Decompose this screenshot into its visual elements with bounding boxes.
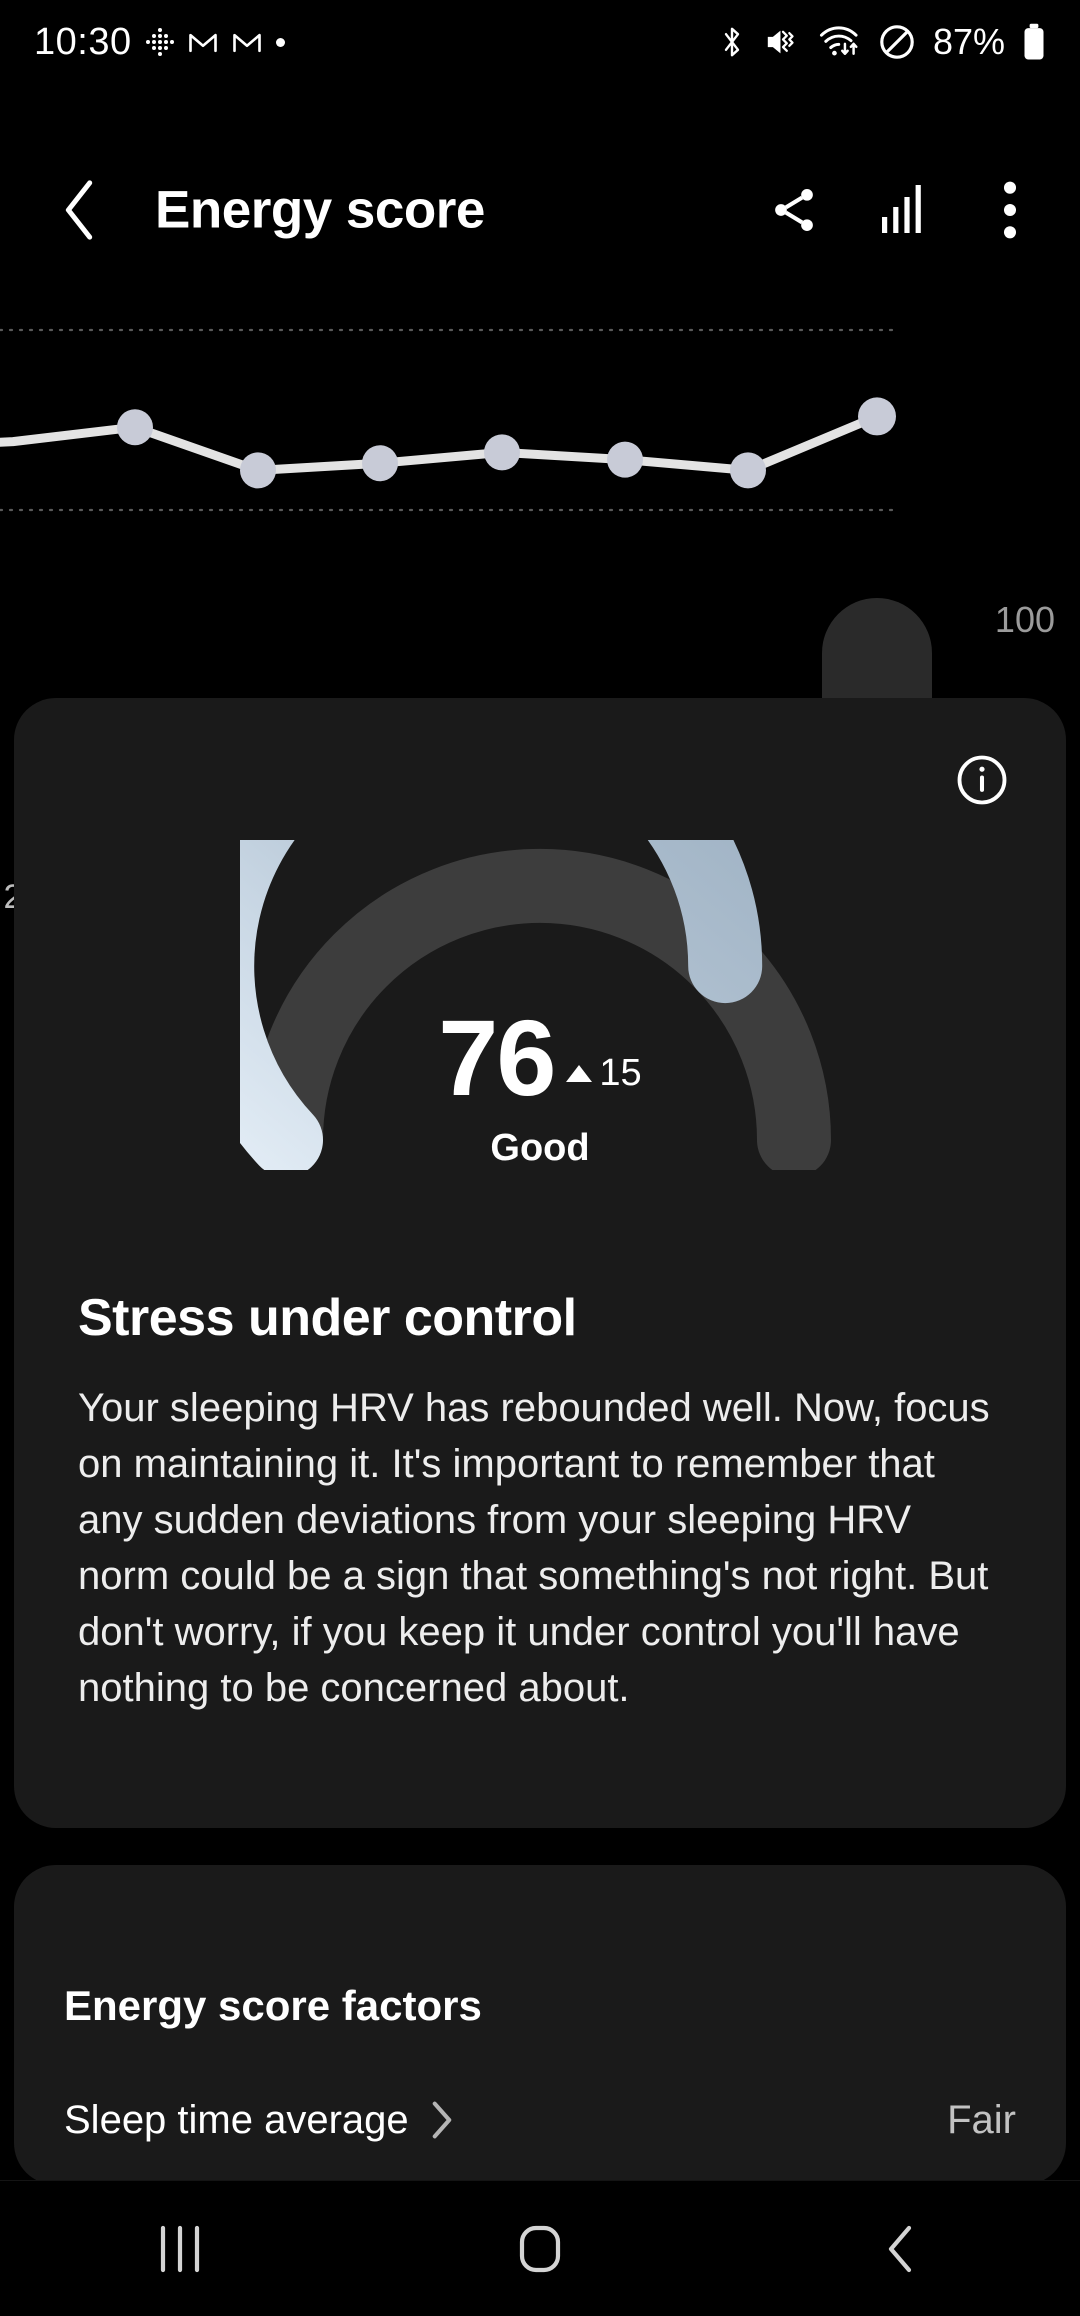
factor-value: Fair	[947, 2097, 1016, 2142]
status-bar-left: 10:30	[34, 0, 285, 84]
trend-points	[117, 397, 896, 489]
gauge-score-value: 76	[438, 997, 556, 1118]
home-button[interactable]	[460, 2181, 620, 2316]
nav-back-button[interactable]	[820, 2181, 980, 2316]
status-bar-right: 87%	[717, 0, 1046, 84]
status-bar: 10:30 87%	[0, 0, 1080, 84]
data-point	[607, 441, 643, 478]
battery-icon	[1024, 23, 1044, 60]
back-button[interactable]	[48, 178, 112, 242]
phone-screen: 10:30 87% Energy score 100 2 76 15 Good …	[0, 0, 1080, 2316]
insight-body: Your sleeping HRV has rebounded well. No…	[78, 1386, 990, 1710]
home-icon	[519, 2225, 561, 2272]
factor-row-sleep-time-average[interactable]: Sleep time average Fair	[64, 2090, 1016, 2150]
bixby-dots-icon	[145, 28, 174, 56]
chevron-right-icon	[432, 2101, 451, 2139]
gauge-delta-value: 15	[599, 1052, 642, 1095]
android-nav-bar	[0, 2180, 1080, 2316]
share-icon	[775, 188, 813, 232]
wifi-transfer-icon	[819, 26, 858, 56]
data-point	[484, 434, 520, 471]
gauge-delta: 15	[566, 1052, 642, 1107]
back-chevron-icon	[65, 180, 93, 240]
data-point	[362, 445, 398, 482]
info-button[interactable]	[954, 752, 1010, 808]
energy-score-insight-card: 76 15 Good Stress under control Your sle…	[14, 675, 1066, 1828]
notification-dot-icon	[275, 37, 285, 47]
factor-row-label-group: Sleep time average	[64, 2098, 453, 2143]
factors-title: Energy score factors	[64, 1982, 482, 2029]
page-title: Energy score	[155, 180, 485, 240]
status-bar-clock: 10:30	[34, 21, 132, 63]
recents-button[interactable]	[100, 2181, 260, 2316]
nav-back-icon	[888, 2225, 912, 2272]
info-circle-icon	[957, 755, 1007, 805]
energy-score-gauge: 76 15 Good	[180, 675, 840, 1177]
app-header: Energy score	[0, 150, 1080, 270]
battery-percent-label: 87%	[932, 21, 1005, 62]
gauge-readout: 76 15 Good	[240, 997, 840, 1170]
triangle-up-icon	[566, 1065, 593, 1083]
do-not-disturb-icon	[880, 25, 914, 59]
recents-icon	[160, 2225, 200, 2272]
insight-title: Stress under control	[78, 1289, 577, 1347]
data-point	[730, 452, 766, 489]
volume-mute-vibrate-icon	[767, 30, 794, 54]
gmail-icon	[232, 33, 261, 53]
chart-view-button[interactable]	[874, 182, 930, 238]
data-point-selected	[858, 397, 896, 436]
data-point	[240, 452, 276, 489]
energy-score-factors-card: Energy score factors Sleep time average …	[14, 1865, 1066, 2185]
gmail-icon	[188, 33, 217, 53]
factor-name: Sleep time average	[64, 2097, 409, 2142]
energy-score-trend-chart[interactable]: 100 8/9 2 3 4 5 6 7 8	[0, 290, 1080, 943]
share-button[interactable]	[766, 182, 822, 238]
chart-y-axis-max-label: 100	[994, 599, 1055, 640]
data-point	[117, 409, 153, 446]
chart-plot	[0, 328, 902, 512]
gauge-rating-label: Good	[490, 1127, 590, 1170]
bluetooth-icon	[724, 27, 740, 57]
more-vertical-icon	[1003, 181, 1017, 239]
header-actions	[766, 181, 1038, 239]
bar-chart-icon	[882, 185, 921, 233]
more-options-button[interactable]	[982, 181, 1038, 239]
gauge-score-row: 76 15	[438, 997, 642, 1118]
